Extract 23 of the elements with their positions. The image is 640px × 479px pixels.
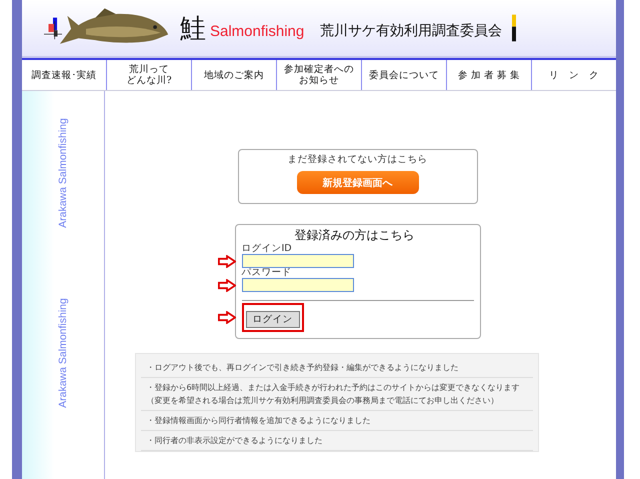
password-field[interactable] (242, 278, 354, 292)
nav-link[interactable]: 参 加 者 募 集 (446, 60, 531, 90)
sidebar-caption: Arakawa Salmonfishing (57, 118, 69, 228)
signup-prompt: まだ登録されてない方はこちら (288, 153, 428, 166)
nav-link[interactable]: 荒川って どんな川? (106, 60, 191, 90)
login-title: 登録済みの方はこちら (294, 227, 416, 244)
notice-text: ・登録から6時間以上経過、または入金手続きが行われた予約はこのサイトからは変更できなくなります（変更を希望される場合は荒川サケ有効利用調査委員会の事務局まで電話にてお申し出ください） (140, 378, 532, 411)
organization-name: 荒川サケ有効利用調査委員会 (320, 22, 502, 40)
sidebar-caption: Arakawa Salmonfishing (57, 298, 69, 408)
login-button[interactable]: ログイン (246, 311, 300, 328)
notice-text: ・ログアウト後でも、再ログインで引き続き予約登録・編集ができるようになりました (140, 358, 532, 378)
nav-link[interactable]: 調査速報･実績 (22, 60, 106, 90)
nav-link[interactable]: 委員会について (361, 60, 446, 90)
field-label: ログインID (242, 244, 293, 254)
logo-kanji: 鮭 (180, 12, 206, 46)
notice-text: ・登録情報画面から同行者情報を追加できるようになりました (140, 411, 532, 431)
nav-link[interactable]: 参加確定者への お知らせ (276, 60, 361, 90)
brand-name: Salmonfishing (210, 22, 304, 40)
nav-link[interactable]: 地域のご案内 (191, 60, 276, 90)
notice-text: ・同行者の非表示設定ができるようになりました (140, 431, 532, 451)
field-label: パスワード (242, 268, 292, 278)
nav-link[interactable]: リ ン ク (531, 60, 616, 90)
login-id-field[interactable] (242, 254, 354, 268)
